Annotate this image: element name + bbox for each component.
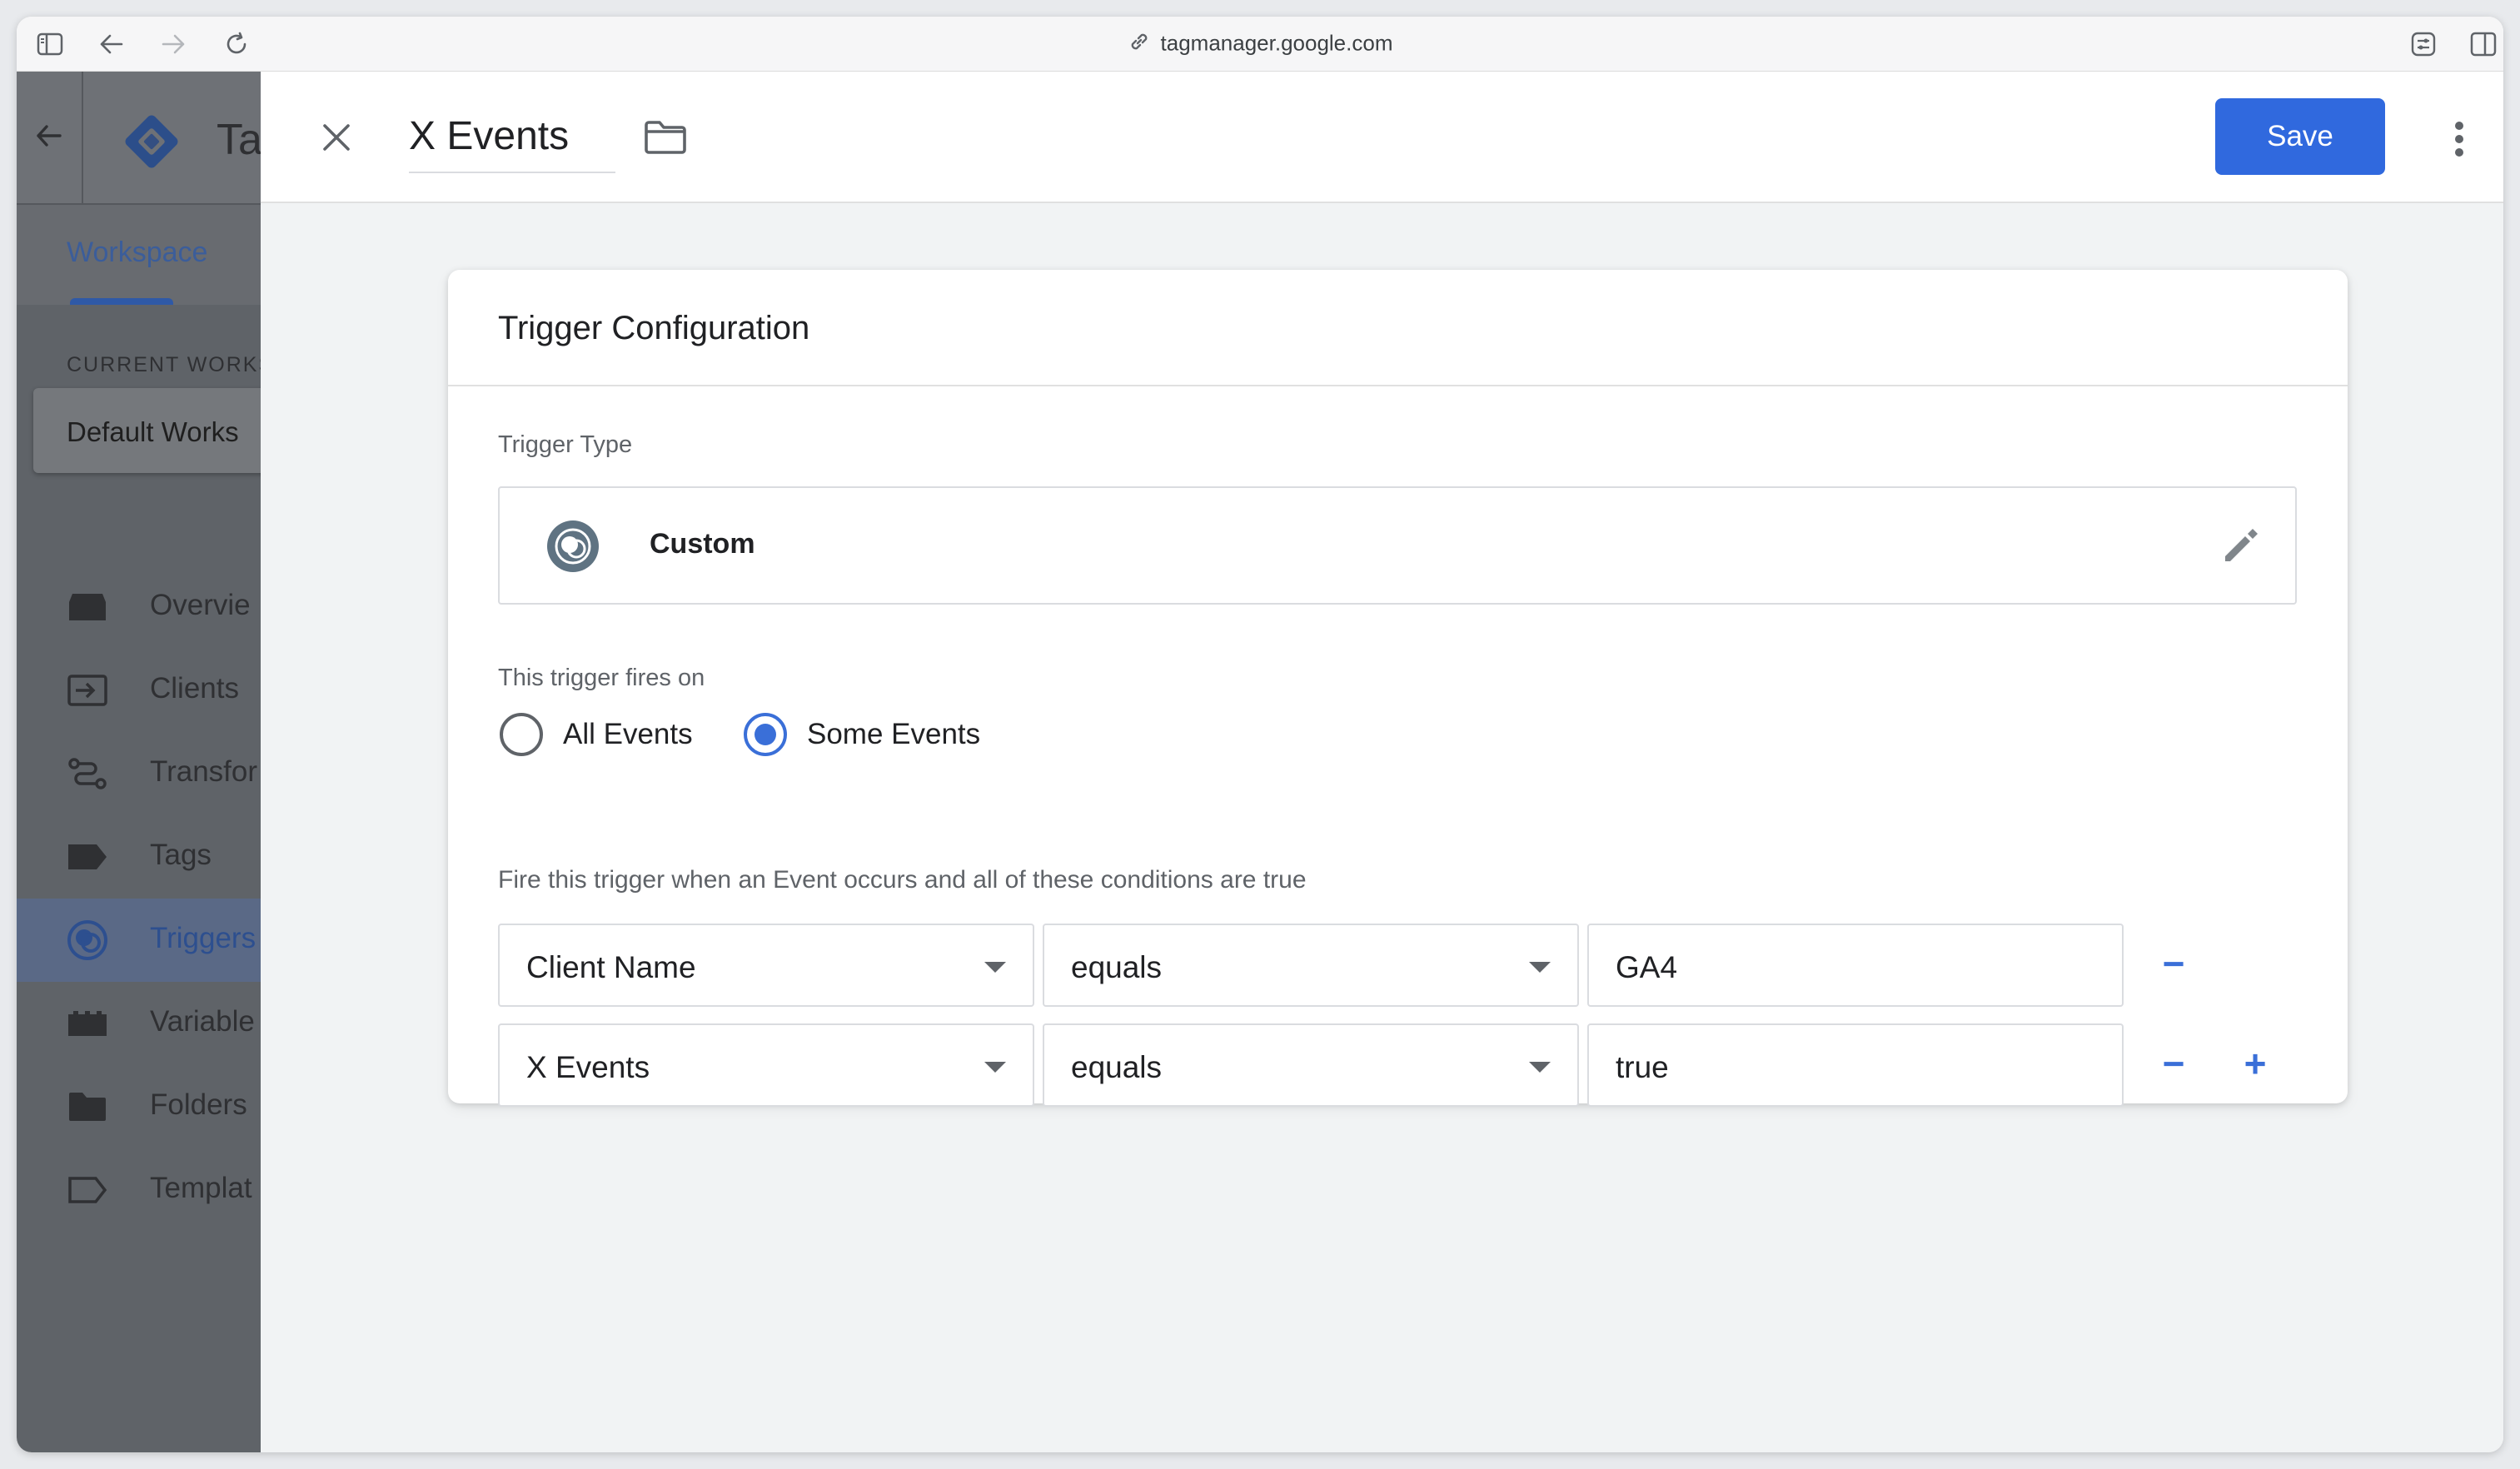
active-tab-indicator bbox=[70, 298, 173, 305]
custom-trigger-icon bbox=[546, 520, 600, 573]
current-workspace-label: CURRENT WORKS bbox=[67, 353, 261, 376]
tab-workspace[interactable]: Workspace bbox=[17, 205, 261, 305]
browser-window: tagmanager.google.com Ta Workspace CURRE… bbox=[17, 17, 2503, 1452]
workspace-selector[interactable]: Default Works bbox=[33, 388, 261, 473]
overview-icon bbox=[67, 590, 108, 624]
dropdown-arrow-icon bbox=[984, 1062, 1006, 1073]
sidebar-item-label: Templat bbox=[150, 1172, 252, 1204]
sidebar-item-label: Folders bbox=[150, 1088, 247, 1121]
transformations-icon bbox=[67, 757, 108, 790]
editor-header: X Events Save bbox=[261, 72, 2503, 203]
condition-operator-select[interactable]: equals bbox=[1043, 1023, 1579, 1107]
select-value: equals bbox=[1071, 1050, 1163, 1084]
sidebar-item-templates[interactable]: Templat bbox=[17, 1148, 261, 1232]
sidebar-item-clients[interactable]: Clients bbox=[17, 649, 261, 732]
input-value: true bbox=[1616, 1050, 1669, 1084]
condition-value-input[interactable]: GA4 bbox=[1587, 924, 2124, 1007]
extensions-icon[interactable] bbox=[2408, 29, 2438, 59]
trigger-editor: X Events Save Trigger Configuration Trig… bbox=[261, 72, 2503, 1452]
fires-on-label: This trigger fires on bbox=[498, 665, 705, 691]
add-condition-button[interactable]: + bbox=[2230, 1038, 2280, 1088]
condition-operator-select[interactable]: equals bbox=[1043, 924, 1579, 1007]
variables-icon bbox=[67, 1007, 108, 1040]
card-title: Trigger Configuration bbox=[498, 310, 810, 346]
split-view-icon[interactable] bbox=[2468, 29, 2498, 59]
trigger-type-selector[interactable]: Custom bbox=[498, 486, 2297, 605]
tab-workspace-label: Workspace bbox=[67, 237, 208, 268]
radio-all-events[interactable]: All Events bbox=[500, 713, 693, 756]
workspace-name: Default Works bbox=[67, 416, 239, 447]
radio-checked-icon bbox=[744, 713, 787, 756]
triggers-icon bbox=[67, 920, 108, 960]
app-bar: Ta bbox=[17, 72, 261, 205]
conditions-label: Fire this trigger when an Event occurs a… bbox=[498, 866, 1307, 894]
trigger-type-name: Custom bbox=[650, 528, 755, 560]
sidebar-item-transformations[interactable]: Transfor bbox=[17, 732, 261, 815]
close-icon[interactable] bbox=[316, 117, 357, 158]
radio-label: Some Events bbox=[807, 718, 981, 750]
browser-toolbar: tagmanager.google.com bbox=[17, 17, 2503, 72]
gtm-sidebar: Ta Workspace CURRENT WORKS Default Works… bbox=[17, 72, 261, 1452]
tag-icon bbox=[67, 840, 108, 874]
url-text: tagmanager.google.com bbox=[1160, 30, 1393, 56]
condition-variable-select[interactable]: X Events bbox=[498, 1023, 1034, 1107]
back-arrow-icon[interactable] bbox=[35, 123, 63, 152]
remove-condition-button[interactable]: − bbox=[2149, 939, 2199, 988]
clients-icon bbox=[67, 674, 108, 707]
sidebar-item-label: Transfor bbox=[150, 755, 258, 788]
more-options-icon[interactable] bbox=[2443, 118, 2476, 160]
radio-unchecked-icon bbox=[500, 713, 543, 756]
link-icon bbox=[1128, 30, 1151, 59]
dropdown-arrow-icon bbox=[984, 962, 1006, 973]
radio-some-events[interactable]: Some Events bbox=[744, 713, 980, 756]
sidebar-item-tags[interactable]: Tags bbox=[17, 815, 261, 899]
remove-condition-button[interactable]: − bbox=[2149, 1038, 2199, 1088]
trigger-configuration-card: Trigger Configuration Trigger Type Custo… bbox=[448, 270, 2348, 1107]
gtm-logo-icon bbox=[118, 108, 185, 179]
sidebar-item-triggers[interactable]: Triggers bbox=[17, 899, 261, 982]
dropdown-arrow-icon bbox=[1529, 962, 1551, 973]
sidebar-nav: Overvie Clients Transfor Tags Triggers V… bbox=[17, 565, 261, 1232]
trigger-name-field[interactable]: X Events bbox=[409, 113, 615, 173]
select-value: X Events bbox=[526, 1050, 650, 1084]
sidebar-item-variables[interactable]: Variable bbox=[17, 982, 261, 1065]
select-value: Client Name bbox=[526, 950, 696, 984]
templates-icon bbox=[67, 1173, 108, 1207]
condition-row: X Events equals true − + bbox=[498, 1023, 2330, 1107]
folder-icon[interactable] bbox=[644, 120, 687, 159]
condition-row: Client Name equals GA4 − bbox=[498, 924, 2330, 1007]
condition-value-input[interactable]: true bbox=[1587, 1023, 2124, 1107]
address-bar[interactable]: tagmanager.google.com bbox=[17, 30, 2503, 59]
trigger-name: X Events bbox=[409, 114, 570, 158]
sidebar-item-label: Tags bbox=[150, 839, 212, 871]
folder-icon bbox=[67, 1090, 108, 1123]
radio-label: All Events bbox=[563, 718, 693, 750]
select-value: equals bbox=[1071, 950, 1163, 984]
input-value: GA4 bbox=[1616, 950, 1678, 984]
sidebar-item-folders[interactable]: Folders bbox=[17, 1065, 261, 1148]
trigger-type-label: Trigger Type bbox=[498, 431, 633, 458]
save-button[interactable]: Save bbox=[2215, 98, 2385, 175]
sidebar-item-label: Overvie bbox=[150, 589, 251, 621]
app-title: Ta bbox=[217, 116, 261, 164]
sidebar-item-label: Triggers bbox=[150, 922, 256, 954]
dropdown-arrow-icon bbox=[1529, 1062, 1551, 1073]
condition-variable-select[interactable]: Client Name bbox=[498, 924, 1034, 1007]
divider bbox=[448, 385, 2348, 386]
divider bbox=[82, 72, 83, 205]
sidebar-item-overview[interactable]: Overvie bbox=[17, 565, 261, 649]
sidebar-item-label: Variable bbox=[150, 1005, 255, 1038]
sidebar-item-label: Clients bbox=[150, 672, 239, 705]
edit-pencil-icon[interactable] bbox=[2219, 525, 2262, 572]
